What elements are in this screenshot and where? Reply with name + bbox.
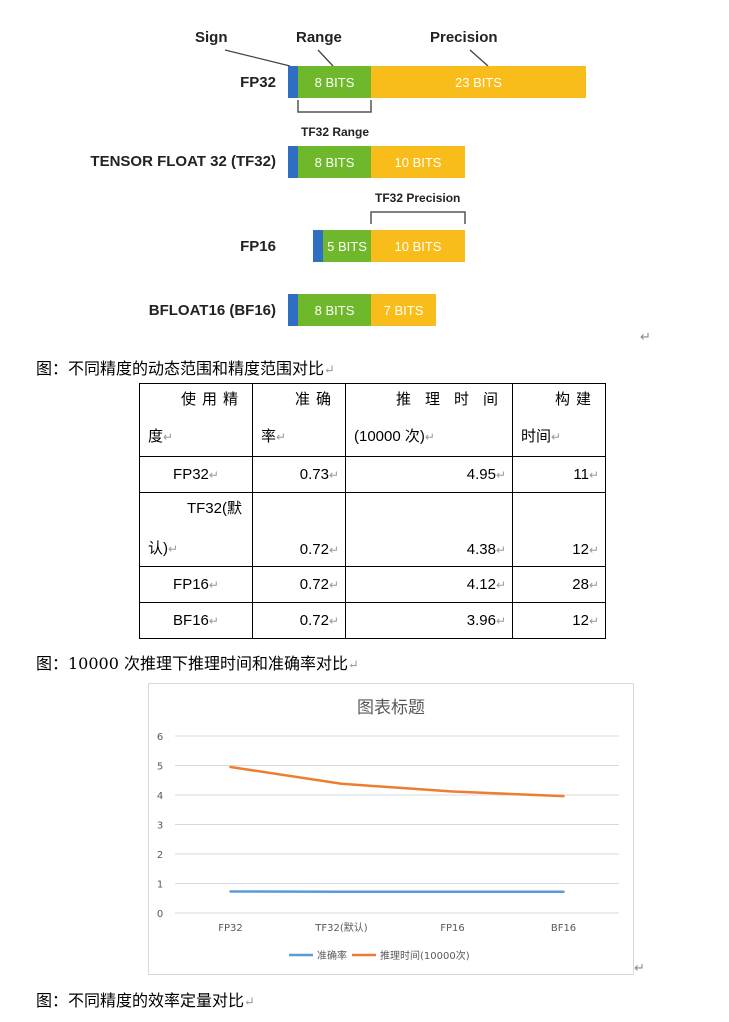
cell-build-time: 11↵ xyxy=(512,456,606,493)
bf16-bar: 8 BITS 7 BITS xyxy=(288,294,436,326)
header-line1: 使用精 xyxy=(180,391,244,408)
header-line2: (10000 次)↵ xyxy=(354,428,435,445)
tf32-precision-bracket xyxy=(370,211,466,224)
sign-pointer xyxy=(224,49,291,67)
y-tick-label: 6 xyxy=(157,732,163,743)
caption-text: 图：不同精度的效率定量对比 xyxy=(36,991,245,1010)
header-line1: 构建 xyxy=(554,391,597,408)
y-tick-label: 0 xyxy=(157,909,163,920)
y-tick-label: 4 xyxy=(157,791,163,802)
caption-text: 图：10000 次推理下推理时间和准确率对比 xyxy=(36,654,348,673)
table-row: FP32↵ 0.73↵ 4.95↵ 11↵ xyxy=(139,456,606,493)
table-row: FP16↵ 0.72↵ 4.12↵ 28↵ xyxy=(139,566,606,603)
fp16-bar: 5 BITS 10 BITS xyxy=(313,230,465,262)
bf16-sign-segment xyxy=(288,294,298,326)
range-header: Range xyxy=(296,29,342,46)
fp32-precision-segment: 23 BITS xyxy=(371,66,586,98)
tf32-bar: 8 BITS 10 BITS xyxy=(288,146,465,178)
cell-precision: TF32(默 认)↵ xyxy=(139,492,253,567)
header-accuracy: 准确 率↵ xyxy=(252,383,346,457)
y-tick-label: 3 xyxy=(157,821,163,832)
cell-accuracy: 0.73↵ xyxy=(252,456,346,493)
legend-label: 推理时间(10000次) xyxy=(380,949,470,962)
fp16-range-segment: 5 BITS xyxy=(323,230,371,262)
tf32-precision-segment: 10 BITS xyxy=(371,146,465,178)
cell-accuracy: 0.72↵ xyxy=(252,566,346,603)
x-tick-label: FP16 xyxy=(440,923,465,934)
bit-layout-diagram: Sign Range Precision FP32 8 BITS 23 BITS… xyxy=(0,0,729,345)
series-line xyxy=(229,765,565,798)
y-tick-label: 5 xyxy=(157,762,163,773)
table-row: TF32(默 认)↵ 0.72↵ 4.38↵ 12↵ xyxy=(139,492,606,567)
tf32-range-label: TF32 Range xyxy=(301,125,370,139)
fp32-label: FP32 xyxy=(240,74,276,91)
cell-infer-time: 4.38↵ xyxy=(345,492,513,567)
header-infer-time: 推理时间 (10000 次)↵ xyxy=(345,383,513,457)
cell-accuracy: 0.72↵ xyxy=(252,602,346,639)
cell-precision-line2: 认)↵ xyxy=(148,540,179,557)
y-tick-label: 1 xyxy=(157,880,163,891)
figure-caption-3: 图：不同精度的效率定量对比↵ xyxy=(36,987,255,1011)
header-line1: 推理时间 xyxy=(395,391,512,408)
figure-caption-2: 图：10000 次推理下推理时间和准确率对比↵ xyxy=(36,650,359,674)
paragraph-mark: ↵ xyxy=(324,363,335,378)
cell-precision: FP32↵ xyxy=(139,456,253,493)
tf32-sign-segment xyxy=(288,146,298,178)
cell-precision: FP16↵ xyxy=(139,566,253,603)
fp16-label: FP16 xyxy=(240,238,276,255)
table-row: BF16↵ 0.72↵ 3.96↵ 12↵ xyxy=(139,602,606,639)
bf16-label: BFLOAT16 (BF16) xyxy=(148,302,276,319)
tf32-label: TENSOR FLOAT 32 (TF32) xyxy=(90,153,276,170)
cell-infer-time: 4.95↵ xyxy=(345,456,513,493)
tf32-range-bracket xyxy=(297,100,372,113)
header-precision: 使用精 度↵ xyxy=(139,383,253,457)
chart-x-axis: FP32 TF32(默认) FP16 BF16 xyxy=(218,921,576,934)
fp32-bar: 8 BITS 23 BITS xyxy=(288,66,586,98)
cell-build-time: 12↵ xyxy=(512,602,606,639)
y-tick-label: 2 xyxy=(157,850,163,861)
sign-header: Sign xyxy=(195,29,228,46)
chart-svg: 图表标题 0 1 2 3 4 5 6 FP32 TF32(默认) FP16 BF16 准确率 推理时… xyxy=(157,698,619,962)
fp32-sign-segment xyxy=(288,66,298,98)
legend-label: 准确率 xyxy=(317,949,347,962)
caption-text: 图：不同精度的动态范围和精度范围对比 xyxy=(36,359,325,378)
x-tick-label: TF32(默认) xyxy=(314,921,367,934)
header-line2: 率↵ xyxy=(261,428,287,445)
paragraph-mark: ↵ xyxy=(640,330,651,345)
header-build-time: 构建 时间↵ xyxy=(512,383,606,457)
tf32-range-segment: 8 BITS xyxy=(298,146,371,178)
x-tick-label: FP32 xyxy=(218,923,243,934)
bf16-range-segment: 8 BITS xyxy=(298,294,371,326)
fp32-range-segment: 8 BITS xyxy=(298,66,371,98)
precision-pointer xyxy=(469,49,489,67)
precision-header: Precision xyxy=(430,29,498,46)
figure-caption-1: 图：不同精度的动态范围和精度范围对比↵ xyxy=(36,355,335,379)
table-header-row: 使用精 度↵ 准确 率↵ 推理时间 (10000 次)↵ 构建 时间↵ xyxy=(139,383,606,457)
cell-infer-time: 3.96↵ xyxy=(345,602,513,639)
tf32-precision-label: TF32 Precision xyxy=(375,191,461,205)
header-line2: 时间↵ xyxy=(521,428,562,445)
fp16-precision-segment: 10 BITS xyxy=(371,230,465,262)
cell-precision-line1: TF32(默 xyxy=(186,500,242,517)
header-line1: 准确 xyxy=(294,391,337,408)
paragraph-mark: ↵ xyxy=(348,658,359,673)
range-pointer xyxy=(317,49,334,67)
fp16-sign-segment xyxy=(313,230,323,262)
performance-table: 使用精 度↵ 准确 率↵ 推理时间 (10000 次)↵ 构建 时间↵ FP32… xyxy=(139,383,606,639)
cell-precision: BF16↵ xyxy=(139,602,253,639)
chart-legend: 准确率 推理时间(10000次) xyxy=(289,949,470,962)
cell-build-time: 12↵ xyxy=(512,492,606,567)
chart-title: 图表标题 xyxy=(357,698,425,718)
x-tick-label: BF16 xyxy=(551,923,576,934)
cell-build-time: 28↵ xyxy=(512,566,606,603)
chart-series xyxy=(229,765,565,894)
paragraph-mark: ↵ xyxy=(244,995,255,1010)
paragraph-mark: ↵ xyxy=(634,961,645,976)
header-line2: 度↵ xyxy=(148,428,174,445)
cell-accuracy: 0.72↵ xyxy=(252,492,346,567)
cell-infer-time: 4.12↵ xyxy=(345,566,513,603)
line-chart: 图表标题 0 1 2 3 4 5 6 FP32 TF32(默认) FP16 BF16 准确率 推理时… xyxy=(148,683,634,975)
bf16-precision-segment: 7 BITS xyxy=(371,294,436,326)
